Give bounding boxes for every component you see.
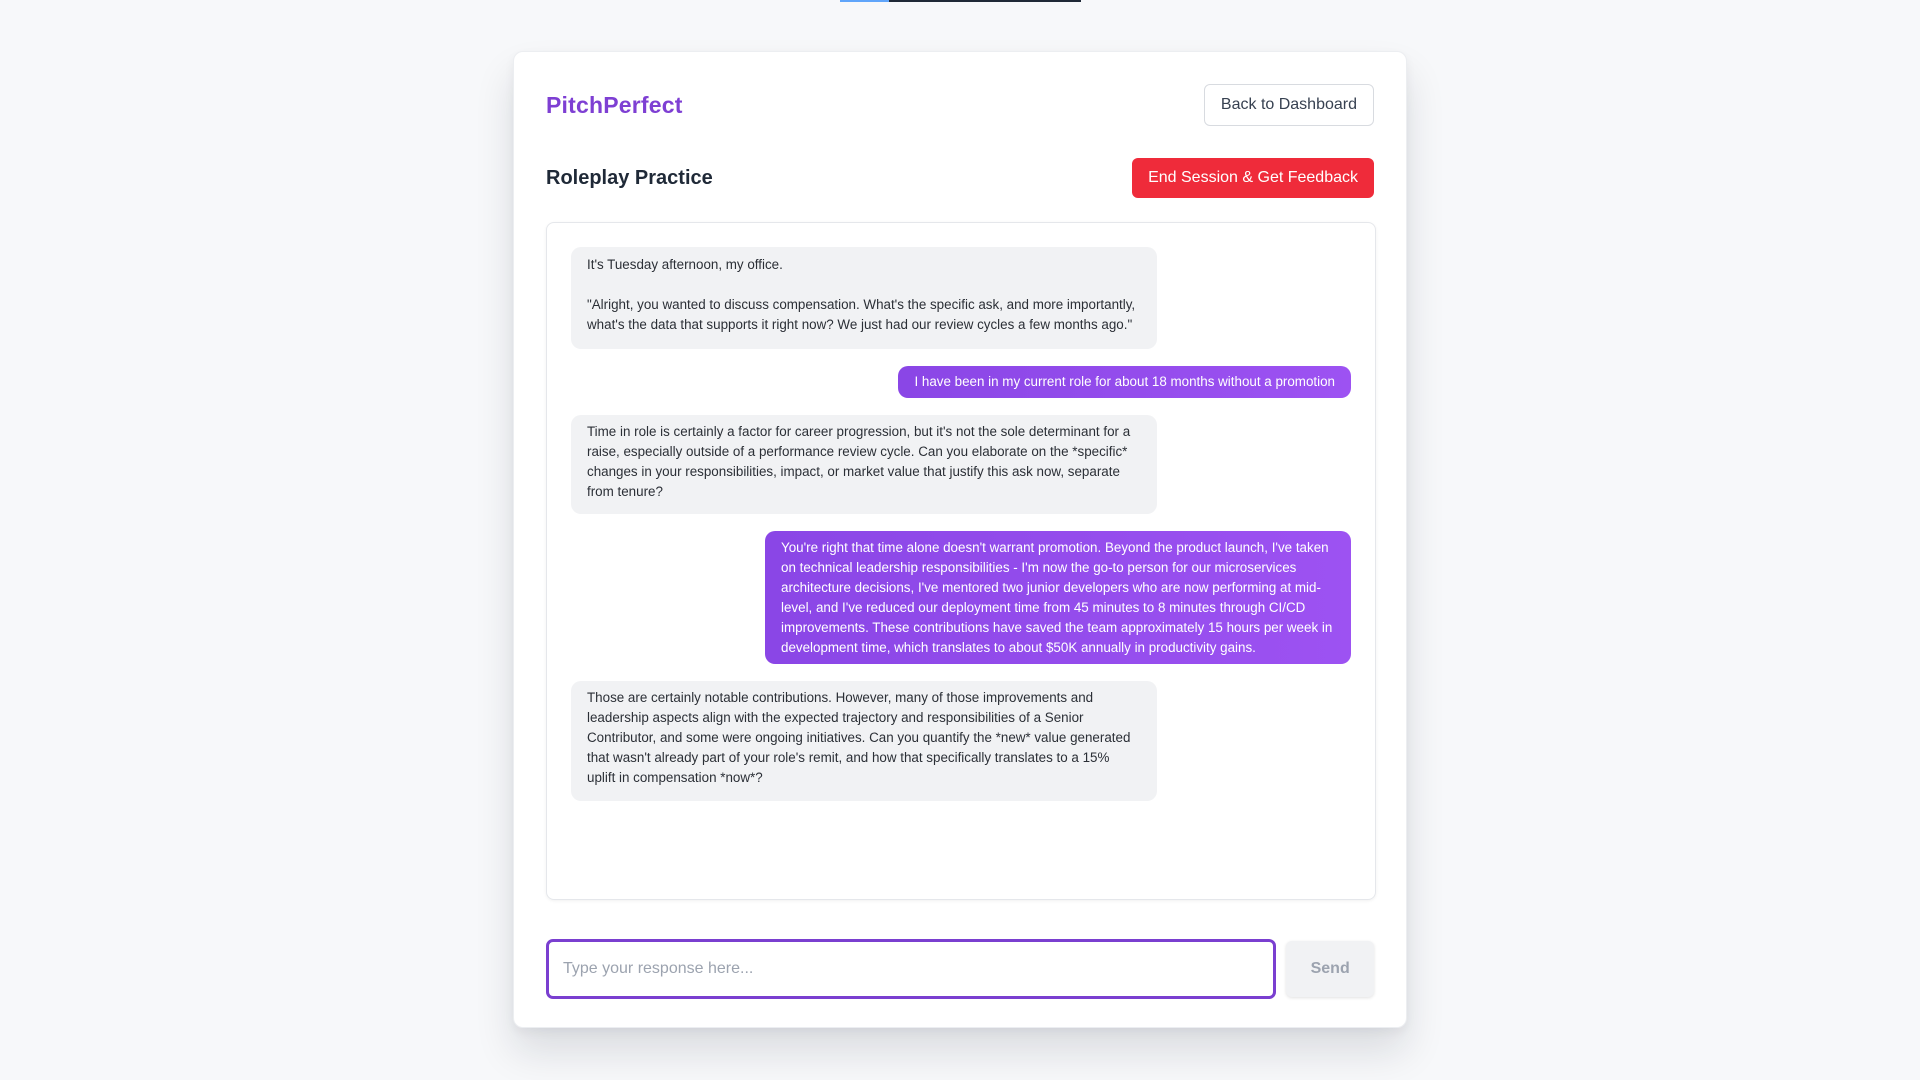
- composer: Send: [546, 939, 1374, 999]
- send-button[interactable]: Send: [1286, 941, 1374, 997]
- back-to-dashboard-button[interactable]: Back to Dashboard: [1203, 84, 1374, 126]
- message-user: You're right that time alone doesn't war…: [765, 531, 1351, 664]
- top-progress-bar: [840, 0, 1081, 2]
- chat-transcript[interactable]: It's Tuesday afternoon, my office. "Alri…: [546, 222, 1376, 900]
- brand-logo: PitchPerfect: [546, 91, 683, 118]
- top-progress-fill: [840, 0, 889, 2]
- app-header: PitchPerfect Back to Dashboard: [546, 84, 1374, 126]
- response-input[interactable]: [546, 939, 1277, 999]
- page-title: Roleplay Practice: [546, 166, 713, 189]
- message-ai: It's Tuesday afternoon, my office. "Alri…: [571, 247, 1157, 349]
- message-ai: Those are certainly notable contribution…: [571, 681, 1157, 801]
- end-session-button[interactable]: End Session & Get Feedback: [1132, 158, 1374, 198]
- roleplay-card: PitchPerfect Back to Dashboard Roleplay …: [513, 51, 1407, 1028]
- message-ai: Time in role is certainly a factor for c…: [571, 415, 1157, 514]
- message-user: I have been in my current role for about…: [898, 366, 1351, 398]
- session-header: Roleplay Practice End Session & Get Feed…: [546, 158, 1374, 198]
